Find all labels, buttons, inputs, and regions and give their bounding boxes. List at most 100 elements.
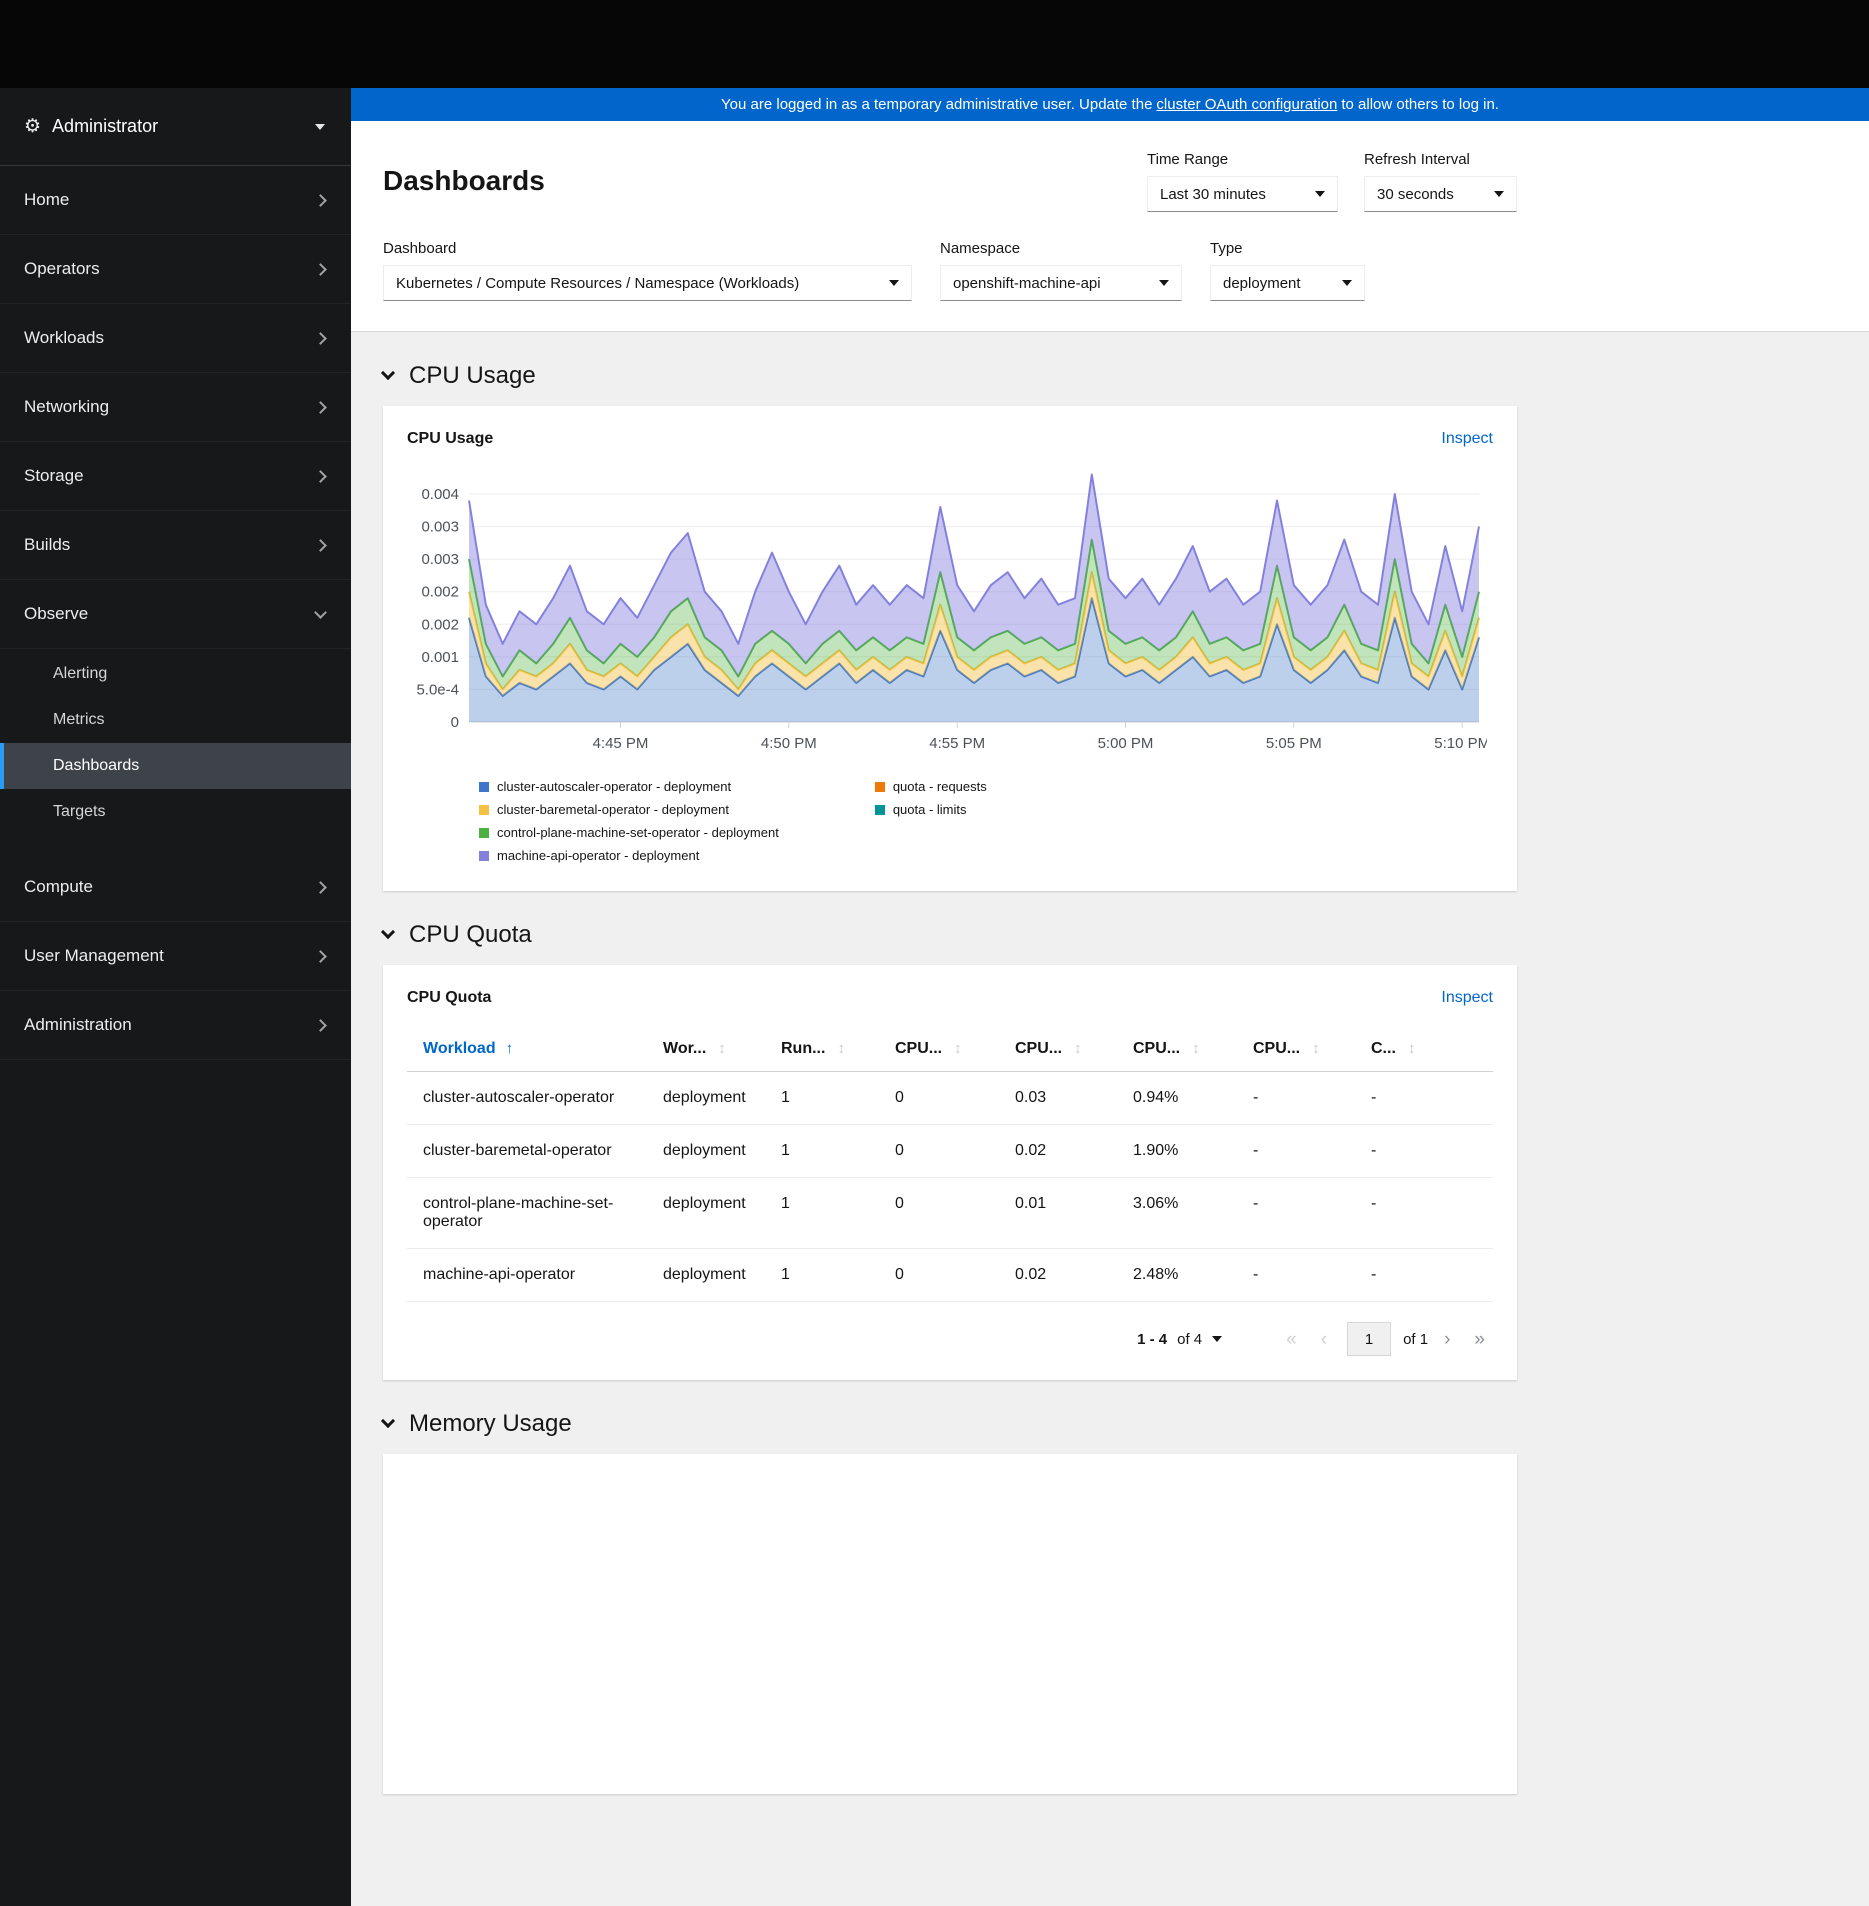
- table-cell: -: [1371, 1071, 1493, 1125]
- column-header-5[interactable]: CPU... ↕: [1133, 1027, 1253, 1072]
- memory-usage-section-title: Memory Usage: [409, 1410, 572, 1437]
- cpu-quota-card-title: CPU Quota: [407, 989, 492, 1006]
- legend-item: cluster-autoscaler-operator - deployment: [479, 779, 779, 794]
- legend-label: machine-api-operator - deployment: [497, 848, 700, 863]
- svg-text:4:55 PM: 4:55 PM: [929, 735, 985, 752]
- time-range-select[interactable]: Last 30 minutes: [1147, 176, 1338, 212]
- oauth-config-link[interactable]: cluster OAuth configuration: [1156, 96, 1337, 113]
- table-cell: 0.01: [1015, 1177, 1133, 1249]
- svg-text:5:05 PM: 5:05 PM: [1266, 735, 1322, 752]
- refresh-interval-value: 30 seconds: [1377, 185, 1454, 203]
- table-cell: deployment: [663, 1248, 781, 1302]
- sidebar-item-metrics[interactable]: Metrics: [0, 697, 351, 743]
- type-select[interactable]: deployment: [1210, 265, 1365, 301]
- cpu-usage-inspect-link[interactable]: Inspect: [1441, 430, 1493, 448]
- svg-text:4:50 PM: 4:50 PM: [761, 735, 817, 752]
- table-cell: 0: [895, 1124, 1015, 1178]
- sidebar-item-builds[interactable]: Builds: [0, 511, 351, 580]
- legend-item: quota - limits: [874, 802, 987, 817]
- legend-swatch-icon: [874, 804, 885, 815]
- table-cell: 0.02: [1015, 1124, 1133, 1178]
- type-value: deployment: [1223, 274, 1301, 292]
- sidebar: ⚙ Administrator Home Operators Workloads Ne…: [0, 88, 351, 1906]
- table-cell: deployment: [663, 1071, 781, 1125]
- cpu-quota-section-toggle[interactable]: CPU Quota: [380, 921, 1517, 949]
- sidebar-item-dashboards[interactable]: Dashboards: [0, 743, 351, 789]
- sort-icon: ↕: [1192, 1040, 1200, 1057]
- first-page-button[interactable]: «: [1278, 1330, 1305, 1349]
- sidebar-item-user-management[interactable]: User Management: [0, 922, 351, 991]
- column-header-6[interactable]: CPU... ↕: [1253, 1027, 1371, 1072]
- refresh-interval-select[interactable]: 30 seconds: [1364, 176, 1517, 212]
- pagination-range: 1 - 4: [1137, 1330, 1168, 1348]
- namespace-value: openshift-machine-api: [953, 274, 1101, 292]
- chevron-down-icon: [380, 924, 396, 940]
- cpu-quota-table: Workload ↑ Wor... ↕ Run... ↕ CPU... ↕ CPU... ↕ CPU…: [407, 1027, 1493, 1302]
- table-cell: 1: [781, 1071, 895, 1125]
- pagination-range-menu[interactable]: 1 - 4 of 4: [1137, 1330, 1223, 1348]
- column-header-3[interactable]: CPU... ↕: [895, 1027, 1015, 1072]
- table-row: cluster-autoscaler-operator deployment 1 0 0…: [407, 1071, 1493, 1125]
- svg-text:0.004: 0.004: [421, 486, 459, 503]
- dashboard-select[interactable]: Kubernetes / Compute Resources / Namespa…: [383, 265, 912, 301]
- pagination-range-total: of 4: [1177, 1330, 1203, 1348]
- sidebar-item-operators[interactable]: Operators: [0, 235, 351, 304]
- caret-down-icon: [1315, 191, 1325, 197]
- chevron-right-icon: [314, 262, 327, 276]
- sidebar-item-observe[interactable]: Observe: [0, 580, 351, 649]
- column-header-7[interactable]: C... ↕: [1371, 1027, 1493, 1072]
- workload-cell: cluster-baremetal-operator: [407, 1124, 663, 1178]
- sidebar-item-label: Storage: [24, 466, 84, 485]
- sidebar-item-workloads[interactable]: Workloads: [0, 304, 351, 373]
- sidebar-item-label: Builds: [24, 535, 71, 554]
- sidebar-item-label: Operators: [24, 259, 100, 278]
- table-cell: 1: [781, 1177, 895, 1249]
- next-page-button[interactable]: ›: [1436, 1330, 1458, 1349]
- table-cell: -: [1371, 1177, 1493, 1249]
- column-header-label: Workload: [423, 1040, 496, 1057]
- svg-text:0.002: 0.002: [421, 616, 459, 633]
- column-header-4[interactable]: CPU... ↕: [1015, 1027, 1133, 1072]
- svg-text:0.002: 0.002: [421, 584, 459, 601]
- legend-item: control-plane-machine-set-operator - dep…: [479, 825, 779, 840]
- table-cell: -: [1253, 1177, 1371, 1249]
- caret-down-icon: [1494, 191, 1504, 197]
- cpu-usage-section-toggle[interactable]: CPU Usage: [380, 362, 1517, 390]
- sidebar-item-compute[interactable]: Compute: [0, 853, 351, 922]
- sidebar-item-alerting[interactable]: Alerting: [0, 651, 351, 697]
- sidebar-item-networking[interactable]: Networking: [0, 373, 351, 442]
- memory-usage-section-toggle[interactable]: Memory Usage: [380, 1410, 1517, 1438]
- table-cell: 0: [895, 1177, 1015, 1249]
- admin-banner: You are logged in as a temporary adminis…: [351, 88, 1869, 121]
- table-cell: -: [1371, 1124, 1493, 1178]
- legend-label: quota - requests: [892, 779, 987, 794]
- sidebar-item-label: Administration: [24, 1015, 132, 1034]
- sidebar-item-label: Observe: [24, 604, 89, 623]
- workload-cell: control-plane-machine-set-operator: [407, 1177, 663, 1249]
- page-count-label: of 1: [1403, 1330, 1429, 1348]
- perspective-switcher[interactable]: ⚙ Administrator: [0, 88, 351, 166]
- sort-icon: ↕: [954, 1040, 962, 1057]
- sidebar-item-administration[interactable]: Administration: [0, 991, 351, 1060]
- previous-page-button[interactable]: ‹: [1313, 1330, 1335, 1349]
- page-number-input[interactable]: [1347, 1322, 1392, 1356]
- cpu-usage-card-title: CPU Usage: [407, 430, 494, 447]
- sidebar-item-storage[interactable]: Storage: [0, 442, 351, 511]
- namespace-select[interactable]: openshift-machine-api: [940, 265, 1182, 301]
- sidebar-item-targets[interactable]: Targets: [0, 789, 351, 835]
- column-header-1[interactable]: Wor... ↕: [663, 1027, 781, 1072]
- last-page-button[interactable]: »: [1466, 1330, 1493, 1349]
- column-header-2[interactable]: Run... ↕: [781, 1027, 895, 1072]
- legend-swatch-icon: [479, 804, 489, 815]
- table-cell: 0.02: [1015, 1248, 1133, 1302]
- sidebar-nav: Home Operators Workloads Networking Storage B…: [0, 166, 351, 1060]
- workload-cell: cluster-autoscaler-operator: [407, 1071, 663, 1125]
- column-header-0[interactable]: Workload ↑: [407, 1027, 663, 1072]
- sidebar-item-home[interactable]: Home: [0, 166, 351, 235]
- column-header-label: C...: [1371, 1040, 1396, 1057]
- cpu-quota-inspect-link[interactable]: Inspect: [1441, 989, 1493, 1007]
- svg-text:0.001: 0.001: [421, 649, 459, 666]
- sort-icon: ↕: [1407, 1040, 1416, 1057]
- table-cell: -: [1253, 1124, 1371, 1178]
- cpu-usage-chart-svg: 0 5.0e-4 0.001 0.002 0.002 0.003 0.003 0.004 4:4…: [416, 473, 1490, 752]
